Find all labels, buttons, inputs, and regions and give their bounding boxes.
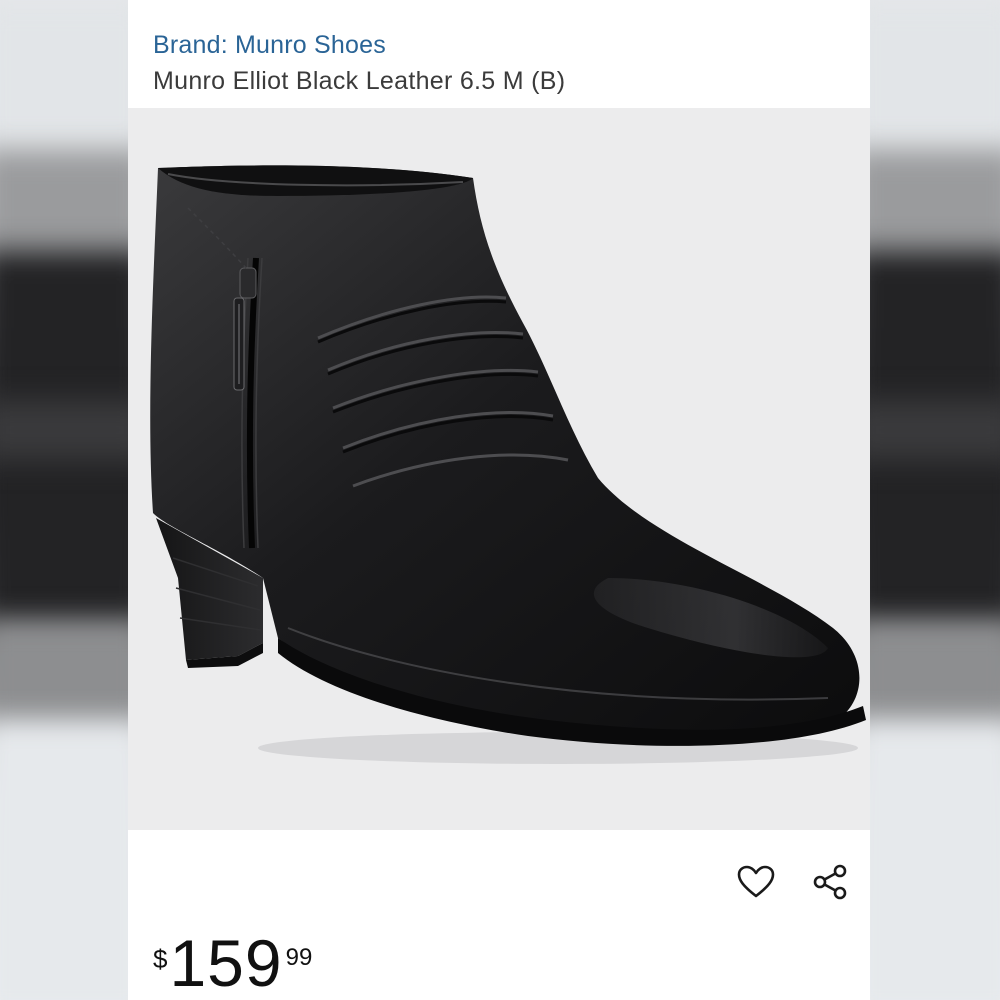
heart-outline-icon[interactable] <box>736 862 776 902</box>
price-currency-symbol: $ <box>153 944 168 974</box>
blurred-background-left <box>0 0 130 1000</box>
product-card: Brand: Munro Shoes Munro Elliot Black Le… <box>128 0 870 1000</box>
price-whole: 159 <box>169 926 283 1000</box>
screen: Brand: Munro Shoes Munro Elliot Black Le… <box>0 0 1000 1000</box>
product-title: Munro Elliot Black Leather 6.5 M (B) <box>153 67 566 95</box>
boot-illustration <box>150 165 866 764</box>
share-icon[interactable] <box>810 862 850 902</box>
action-bar <box>736 862 850 902</box>
blurred-background-right <box>870 0 1000 1000</box>
brand-link[interactable]: Brand: Munro Shoes <box>153 31 386 60</box>
product-image[interactable] <box>128 108 870 830</box>
price: $ 159 99 <box>153 930 312 996</box>
price-fraction: 99 <box>285 944 313 971</box>
